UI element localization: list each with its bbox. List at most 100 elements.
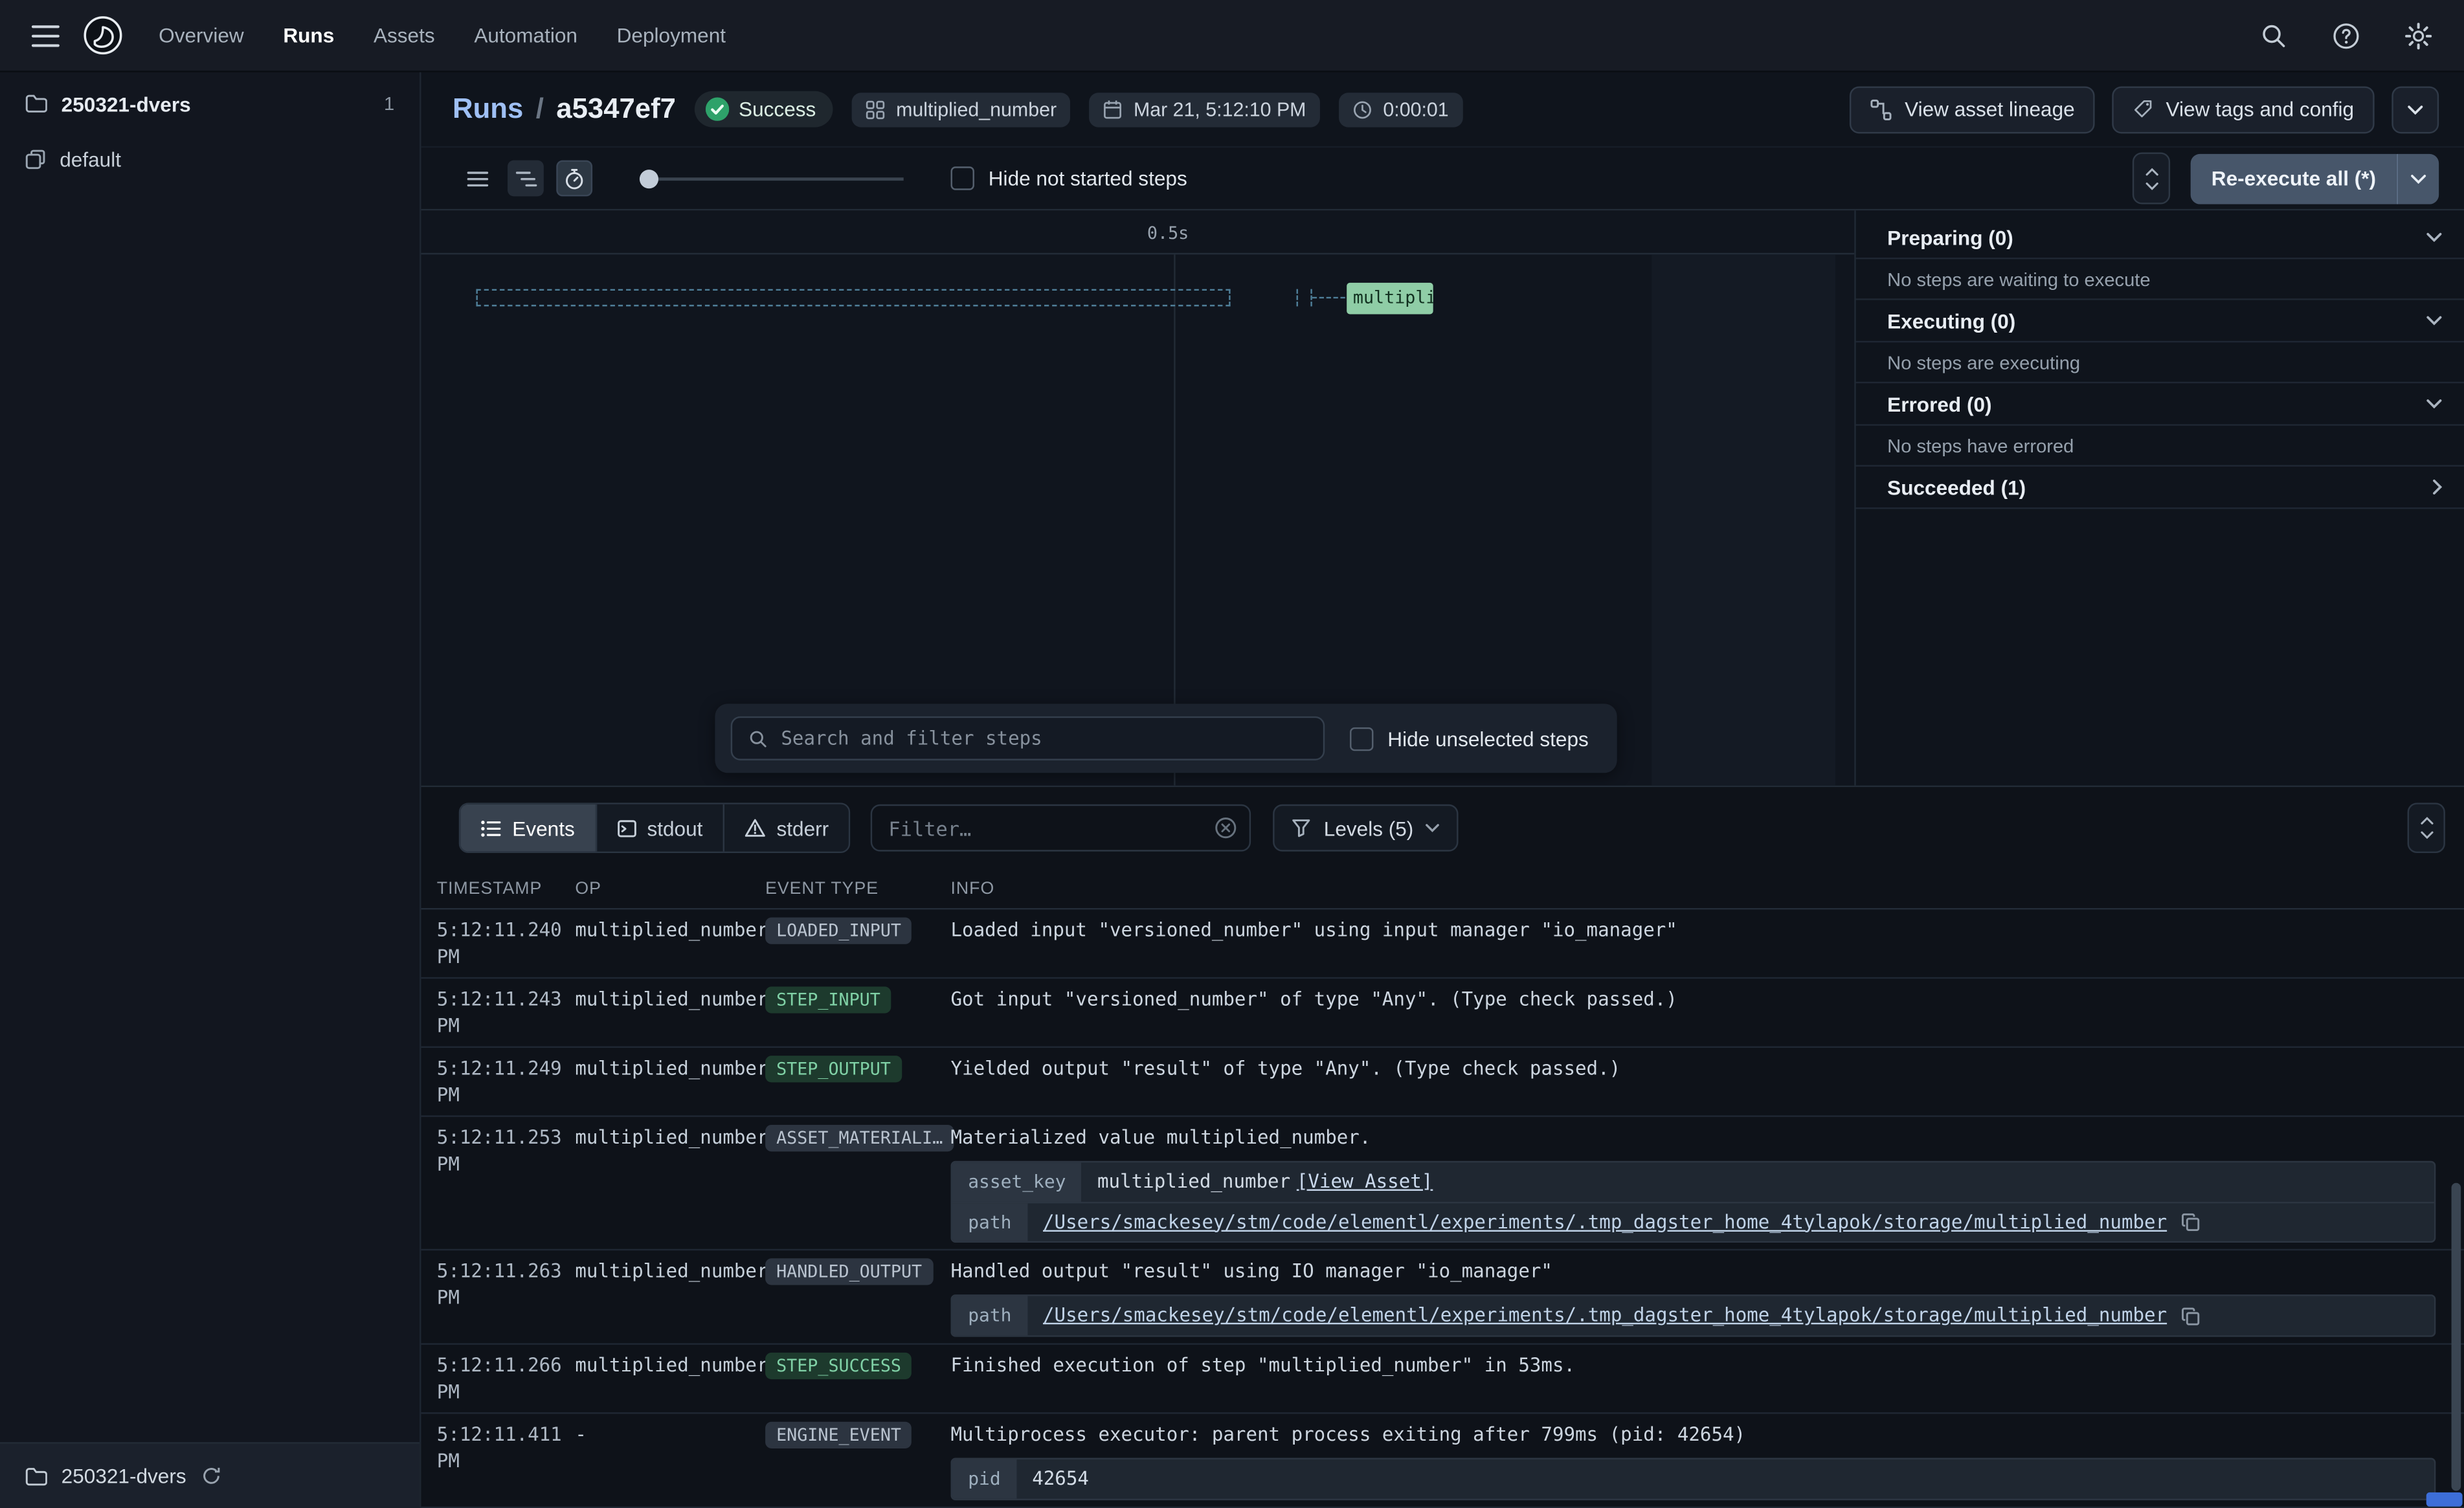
nav-deployment[interactable]: Deployment [617,23,726,47]
metadata-pid-row: pid 42654 [952,1459,2434,1499]
event-type-badge: STEP_OUTPUT [765,1056,902,1082]
nav-runs[interactable]: Runs [283,23,334,47]
sidebar-item-default[interactable]: default [0,135,420,183]
tab-events-label: Events [512,816,574,839]
sidebar-footer[interactable]: 250321-dvers [0,1442,420,1508]
asset-grid-icon [866,100,885,118]
hide-not-started-checkbox[interactable]: Hide not started steps [951,166,1187,190]
gantt-mode-timed-icon[interactable] [556,161,592,197]
gantt-time-ruler: 0.5s [421,210,1855,254]
gantt-step-bar-multiplied-number[interactable]: multipli… [1347,283,1433,315]
copy-icon[interactable] [2181,1213,2200,1232]
chevron-down-icon [2408,104,2423,114]
chevron-down-icon [1426,823,1440,833]
clear-filter-icon[interactable] [1215,817,1237,839]
log-table-body: 5:12:11.240 PM multiplied_number LOADED_… [421,909,2464,1508]
dagster-run-page: Overview Runs Assets Automation Deployme… [0,0,2464,1508]
storage-path-link[interactable]: /Users/smackesey/stm/code/elementl/exper… [1027,1302,2173,1329]
chevron-down-icon [2426,316,2442,326]
gantt-search-panel: Hide unselected steps [715,704,1617,773]
nav-assets[interactable]: Assets [374,23,435,47]
view-asset-lineage-button[interactable]: View asset lineage [1850,85,2095,133]
run-duration-label: 0:00:01 [1383,98,1448,120]
view-tags-config-button[interactable]: View tags and config [2112,85,2375,133]
checkbox-box[interactable] [1350,727,1373,750]
status-section-preparing-header[interactable]: Preparing (0) [1856,217,2464,260]
metadata-path-row: path /Users/smackesey/stm/code/elementl/… [952,1296,2434,1336]
section-title: Errored (0) [1887,392,1991,416]
section-title: Executing (0) [1887,309,2015,332]
section-title: Succeeded (1) [1887,475,2026,498]
log-row[interactable]: 5:12:11.249 PM multiplied_number STEP_OU… [421,1048,2464,1117]
job-name: default [60,147,121,170]
nav-automation[interactable]: Automation [474,23,577,47]
gantt-zoom-slider[interactable] [640,169,904,188]
nav-overview[interactable]: Overview [159,23,244,47]
gantt-mode-waterfall-icon[interactable] [508,161,544,197]
column-timestamp: TIMESTAMP [421,879,576,898]
run-start-time: Mar 21, 5:12:10 PM [1090,92,1320,126]
re-execute-options-button[interactable] [2397,153,2439,204]
folder-icon [25,1467,47,1485]
success-check-icon [706,97,729,120]
run-start-time-label: Mar 21, 5:12:10 PM [1134,98,1306,120]
log-row[interactable]: 5:12:11.243 PM multiplied_number STEP_IN… [421,979,2464,1048]
metadata-asset-key-row: asset_key multiplied_number [View Asset] [952,1162,2434,1202]
log-filter-input[interactable] [873,816,1250,839]
log-row[interactable]: 5:12:11.266 PM multiplied_number STEP_SU… [421,1345,2464,1414]
search-icon[interactable] [2250,12,2298,59]
search-icon [748,728,768,749]
status-section-executing-header[interactable]: Executing (0) [1856,300,2464,343]
copy-icon[interactable] [2181,1306,2200,1325]
checkbox-box[interactable] [951,166,974,190]
vertical-scrollbar-thumb[interactable] [2452,1183,2461,1491]
workspace-name: 250321-dvers [62,92,370,115]
funnel-icon [1292,819,1311,837]
info-text: Materialized value multiplied_number. [951,1125,2436,1151]
hamburger-menu-icon[interactable] [22,15,69,56]
breadcrumb-runs-link[interactable]: Runs [453,93,523,126]
view-asset-link[interactable]: [View Asset] [1297,1169,1433,1195]
status-section-succeeded-header[interactable]: Succeeded (1) [1856,467,2464,509]
log-row[interactable]: 5:12:11.263 PM multiplied_number HANDLED… [421,1250,2464,1345]
gantt-zoom-stepper-button[interactable] [2133,152,2170,204]
expand-log-panel-button[interactable] [2408,803,2445,853]
log-row[interactable]: 5:12:11.411 PM - ENGINE_EVENT Multiproce… [421,1414,2464,1508]
tab-stdout[interactable]: stdout [595,804,723,852]
storage-path-link[interactable]: /Users/smackesey/stm/code/elementl/exper… [1027,1209,2173,1236]
warning-triangle-icon [745,819,766,837]
chevron-down-icon [2426,399,2442,409]
horizontal-scrollbar-thumb[interactable] [2426,1492,2463,1507]
dagster-logo-icon[interactable] [82,14,124,57]
run-status-label: Success [739,97,816,120]
re-execute-group: Re-execute all (*) [2191,153,2439,204]
help-icon[interactable] [2323,12,2370,59]
asset-tag[interactable]: multiplied_number [852,92,1071,126]
gantt-dash-connector [1312,297,1345,298]
gantt-toolbar-right: Re-execute all (*) [2133,152,2439,204]
gantt-dashed-span [476,289,1230,307]
levels-dropdown[interactable]: Levels (5) [1273,804,1459,852]
event-type-badge: HANDLED_OUTPUT [765,1258,933,1285]
workspace-count-badge: 1 [384,93,394,115]
settings-gear-icon[interactable] [2395,12,2442,59]
slider-knob[interactable] [640,169,658,188]
tab-stderr[interactable]: stderr [723,804,849,852]
primary-nav: Overview Runs Assets Automation Deployme… [159,23,726,47]
log-row[interactable]: 5:12:11.240 PM multiplied_number LOADED_… [421,909,2464,979]
event-type-badge: ASSET_MATERIALI… [765,1125,954,1151]
hide-unselected-checkbox[interactable]: Hide unselected steps [1350,727,1589,750]
run-more-actions-button[interactable] [2391,85,2439,133]
re-execute-all-button[interactable]: Re-execute all (*) [2191,153,2396,204]
refresh-icon[interactable] [200,1466,221,1487]
status-section-errored-header[interactable]: Errored (0) [1856,383,2464,426]
gantt-mode-flat-icon[interactable] [459,161,495,197]
log-row[interactable]: 5:12:11.253 PM multiplied_number ASSET_M… [421,1117,2464,1250]
step-search-input[interactable] [781,727,1307,749]
tab-events[interactable]: Events [460,804,595,852]
metadata-value: multiplied_number [1082,1169,1297,1195]
chevron-down-icon [2426,232,2442,242]
gantt-dash-tick [1297,289,1312,307]
info-text: Multiprocess executor: parent process ex… [951,1422,2436,1448]
sidebar-workspace-row[interactable]: 250321-dvers 1 [0,72,420,135]
